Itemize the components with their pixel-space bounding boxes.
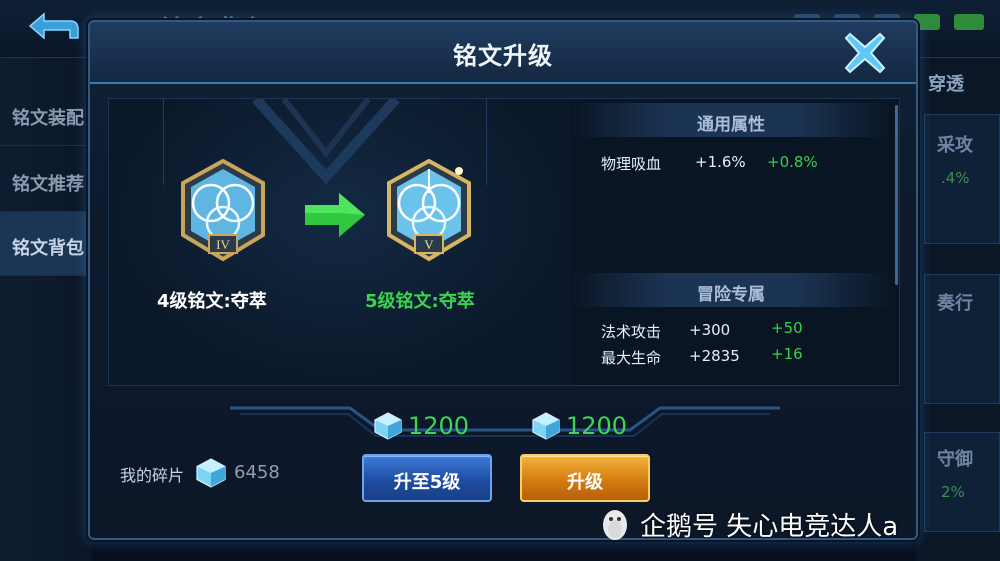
background-card-value: 2%: [941, 483, 965, 501]
crystal-shard-icon: [532, 412, 560, 440]
stat-increase: +0.8%: [767, 153, 818, 171]
rune-compare-area: IV 4级铭文:夺萃 V 5级铭文:夺萃: [109, 95, 571, 385]
background-card-title: 采攻: [937, 135, 973, 156]
background-card[interactable]: 采攻 .4%: [924, 114, 1000, 244]
upgrade-button[interactable]: 升级: [520, 454, 650, 502]
penguin-logo-icon: [603, 509, 627, 540]
crystal-shard-icon: [196, 458, 226, 488]
sidebar-item-rune-recommend[interactable]: 铭文推荐: [0, 148, 92, 212]
cost-amount: 1200: [566, 412, 628, 440]
my-shards-count: 6458: [234, 462, 280, 483]
background-card[interactable]: 守御 2%: [924, 432, 1000, 532]
cost-amount: 1200: [408, 412, 470, 440]
stat-value: +1.6%: [695, 153, 746, 171]
rune-emblem-icon: V: [387, 159, 471, 262]
my-shards-label: 我的碎片: [120, 466, 185, 485]
upgrade-content-panel: IV 4级铭文:夺萃 V 5级铭文:夺萃 通用属性 物理吸血 +1.6% +0.…: [108, 95, 900, 386]
svg-text:IV: IV: [216, 237, 230, 252]
stats-scrollbar[interactable]: [895, 105, 898, 285]
green-arrow-icon: [305, 193, 365, 237]
stat-increase: +50: [771, 319, 803, 337]
back-icon[interactable]: [22, 8, 82, 44]
upgrade-to-5-cost: 1200: [374, 412, 469, 440]
next-rune-label: 5级铭文:夺萃: [365, 291, 475, 312]
background-card-title: 奏行: [937, 293, 973, 314]
battery-icon: [954, 14, 984, 30]
sidebar-item-rune-equip[interactable]: 铭文装配: [0, 82, 92, 146]
stat-value: +300: [689, 321, 731, 339]
background-card-value: .4%: [941, 169, 970, 187]
sidebar-item-rune-bag[interactable]: 铭文背包: [0, 212, 92, 276]
background-card[interactable]: 奏行: [924, 274, 1000, 404]
tab-penetration[interactable]: 穿透: [928, 70, 964, 96]
stat-increase: +16: [771, 345, 803, 363]
rune-upgrade-dialog: 铭文升级 IV 4级铭文:夺萃 V 5级铭文:夺萃 通用属性 物理吸血 +1.6…: [88, 20, 918, 540]
rune-emblem-icon: IV: [181, 159, 265, 262]
stat-value: +2835: [689, 347, 740, 365]
close-icon[interactable]: [842, 30, 888, 76]
dialog-header: 铭文升级: [90, 22, 916, 84]
crystal-shard-icon: [374, 412, 402, 440]
background-right-column: 穿透 采攻 .4% 奏行 守御 2%: [916, 58, 1000, 561]
svg-text:V: V: [424, 237, 434, 252]
stat-name: 法术攻击: [601, 323, 662, 341]
background-card-title: 守御: [937, 449, 973, 470]
upgrade-to-level-5-button[interactable]: 升至5级: [362, 454, 492, 502]
current-rune-label: 4级铭文:夺萃: [157, 291, 267, 312]
dialog-title: 铭文升级: [453, 42, 553, 70]
stat-name: 最大生命: [601, 349, 662, 367]
stat-name: 物理吸血: [601, 155, 662, 173]
upgrade-cost: 1200: [532, 412, 627, 440]
general-stats-header: 通用属性: [571, 103, 891, 137]
watermark: 企鹅号 失心电竞达人a: [598, 506, 898, 543]
decorative-divider: [230, 406, 780, 437]
rune-stats-area: 通用属性 物理吸血 +1.6% +0.8% 冒险专属 法术攻击 +300 +50…: [571, 99, 899, 385]
adventure-stats-header: 冒险专属: [571, 273, 891, 307]
background-sidebar: 铭文装配 铭文推荐 铭文背包: [0, 58, 92, 561]
watermark-text: 企鹅号 失心电竞达人a: [640, 512, 899, 542]
